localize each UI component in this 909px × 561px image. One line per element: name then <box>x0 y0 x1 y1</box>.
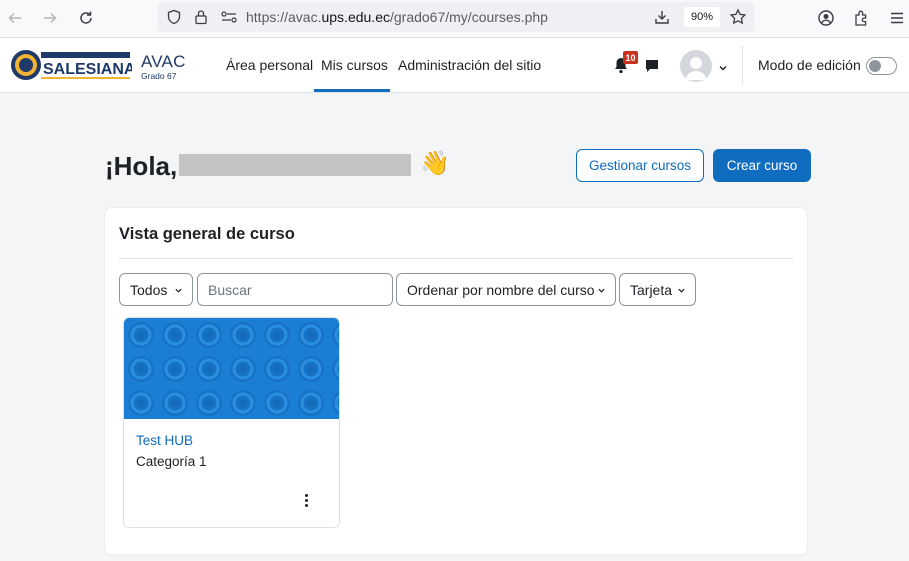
active-tab-indicator <box>314 89 390 92</box>
divider <box>119 258 793 259</box>
toggle-knob <box>869 60 881 72</box>
course-category: Categoría 1 <box>136 454 207 469</box>
divider <box>742 46 743 84</box>
chevron-down-icon <box>678 288 685 293</box>
brand-subtitle: Grado 67 <box>141 71 177 81</box>
sort-label: Ordenar por nombre del curso <box>407 281 595 298</box>
reload-icon[interactable] <box>74 7 98 29</box>
create-course-button[interactable]: Crear curso <box>713 149 811 182</box>
nav-administracion[interactable]: Administración del sitio <box>398 57 541 73</box>
chevron-down-icon[interactable] <box>718 60 728 71</box>
course-image[interactable] <box>124 318 340 419</box>
nav-area-personal[interactable]: Área personal <box>226 57 313 73</box>
notification-count-badge: 10 <box>623 51 638 64</box>
view-dropdown[interactable]: Tarjeta <box>619 273 696 306</box>
url-text[interactable]: https://avac.ups.edu.ec/grado67/my/cours… <box>246 9 548 25</box>
search-input[interactable] <box>197 273 393 306</box>
edit-mode-label: Modo de edición <box>758 57 861 73</box>
waving-hand-icon: 👋 <box>420 150 450 177</box>
greeting: ¡Hola, <box>105 151 178 181</box>
course-overview-block: Vista general de curso Todos Ordenar por… <box>105 208 807 554</box>
ups-logo[interactable]: SALESIANA <box>10 47 136 83</box>
chevron-down-icon <box>175 288 182 293</box>
shield-icon[interactable] <box>166 9 182 25</box>
sort-dropdown[interactable]: Ordenar por nombre del curso <box>396 273 616 306</box>
avatar[interactable] <box>680 50 712 82</box>
menu-icon[interactable] <box>885 7 909 29</box>
account-icon[interactable] <box>814 7 838 29</box>
extensions-icon[interactable] <box>850 7 874 29</box>
save-page-icon[interactable] <box>654 9 670 25</box>
site-navbar: SALESIANA AVAC Grado 67 Área personal Mi… <box>0 38 909 93</box>
browser-toolbar: https://avac.ups.edu.ec/grado67/my/cours… <box>0 0 909 38</box>
forward-arrow-icon[interactable] <box>38 7 62 29</box>
logo-text: SALESIANA <box>43 61 132 78</box>
address-bar[interactable]: https://avac.ups.edu.ec/grado67/my/cours… <box>158 2 754 32</box>
redacted-user-name <box>179 154 411 176</box>
more-options-icon[interactable] <box>297 490 315 510</box>
filter-dropdown[interactable]: Todos <box>119 273 193 306</box>
message-icon[interactable] <box>644 58 661 74</box>
edit-mode-toggle[interactable] <box>866 57 897 75</box>
bookmark-star-icon[interactable] <box>729 8 747 26</box>
filter-label: Todos <box>130 281 168 298</box>
brand-title: AVAC <box>141 52 186 71</box>
chevron-down-icon <box>598 288 605 293</box>
back-arrow-icon[interactable] <box>3 7 27 29</box>
nav-mis-cursos[interactable]: Mis cursos <box>321 57 388 73</box>
course-name-link[interactable]: Test HUB <box>136 433 193 448</box>
zoom-level[interactable]: 90% <box>684 7 720 27</box>
manage-courses-button[interactable]: Gestionar cursos <box>576 149 704 182</box>
view-label: Tarjeta <box>630 281 673 298</box>
permissions-icon[interactable] <box>220 10 238 24</box>
course-card[interactable]: Test HUB Categoría 1 <box>123 317 340 528</box>
lock-icon[interactable] <box>194 9 208 25</box>
block-title: Vista general de curso <box>119 225 295 243</box>
